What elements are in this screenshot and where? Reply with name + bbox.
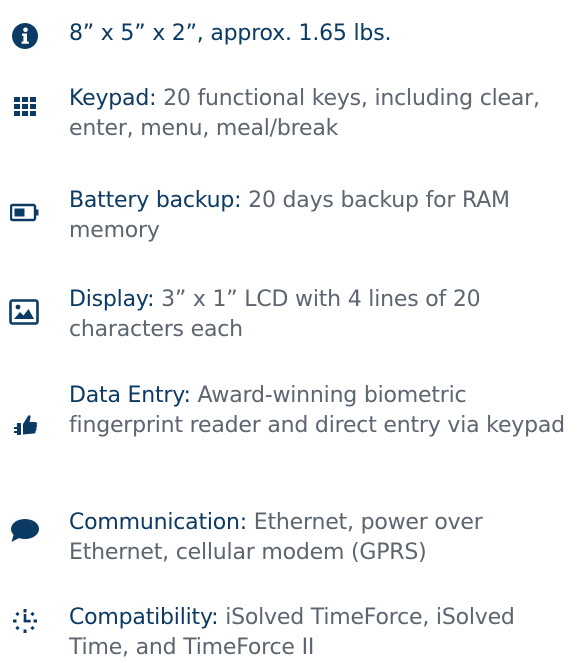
clock-icon bbox=[11, 608, 39, 634]
battery-icon bbox=[10, 200, 40, 226]
keypad-icon bbox=[14, 97, 40, 123]
thumbs-up-icon bbox=[14, 413, 40, 439]
spec-label: Communication: bbox=[69, 510, 248, 535]
spec-label: Display: bbox=[69, 287, 155, 312]
speech-bubble-icon bbox=[10, 518, 40, 544]
spec-text: 8” x 5” x 2”, approx. 1.65 lbs. bbox=[69, 19, 574, 49]
spec-text: Battery backup: 20 days backup for RAM m… bbox=[69, 186, 574, 246]
info-icon bbox=[12, 23, 38, 49]
spec-label: Compatibility: bbox=[69, 605, 219, 630]
spec-text: Display: 3” x 1” LCD with 4 lines of 20 … bbox=[69, 285, 574, 345]
spec-text: Data Entry: Award-winning biometric fing… bbox=[69, 381, 574, 441]
spec-label: 8” x 5” x 2”, approx. 1.65 lbs. bbox=[69, 21, 392, 46]
spec-text: Communication: Ethernet, power over Ethe… bbox=[69, 508, 574, 568]
image-icon bbox=[9, 299, 39, 325]
spec-label: Data Entry: bbox=[69, 383, 191, 408]
spec-text: Keypad: 20 functional keys, including cl… bbox=[69, 84, 574, 144]
spec-label: Battery backup: bbox=[69, 188, 242, 213]
spec-text: Compatibility: iSolved TimeForce, iSolve… bbox=[69, 603, 574, 663]
spec-label: Keypad: bbox=[69, 86, 157, 111]
